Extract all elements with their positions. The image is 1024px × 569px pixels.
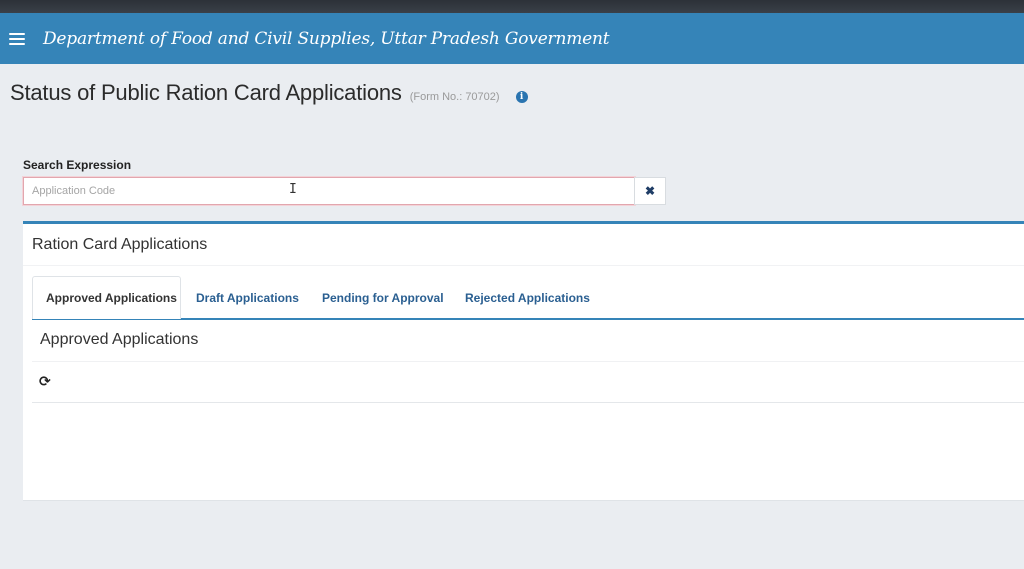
hamburger-menu-icon[interactable] [9, 32, 25, 45]
form-number: (Form No.: 70702) [409, 91, 500, 103]
page-heading: Status of Public Ration Card Application… [10, 80, 528, 106]
tab-rejected-applications[interactable]: Rejected Applications [452, 276, 603, 320]
divider [32, 361, 1024, 362]
tab-pending-for-approval[interactable]: Pending for Approval [309, 276, 457, 320]
page-title: Status of Public Ration Card Application… [10, 80, 402, 105]
ration-card-applications-panel: Ration Card Applications Approved Applic… [23, 221, 1024, 501]
divider [23, 265, 1024, 266]
refresh-icon[interactable]: ⟳ [39, 375, 53, 389]
application-tabs: Approved Applications Draft Applications… [32, 276, 1024, 320]
active-tab-title: Approved Applications [40, 331, 199, 348]
clear-search-button[interactable]: ✖ [634, 177, 666, 205]
panel-title: Ration Card Applications [32, 236, 208, 253]
tab-draft-applications[interactable]: Draft Applications [183, 276, 312, 320]
text-cursor-icon: I [289, 182, 297, 197]
browser-top-strip [0, 0, 1024, 13]
close-icon: ✖ [644, 184, 656, 198]
tab-approved-applications[interactable]: Approved Applications [32, 276, 181, 319]
app-title: Department of Food and Civil Supplies, U… [43, 28, 610, 49]
search-label: Search Expression [23, 158, 132, 172]
divider [32, 402, 1024, 403]
top-navbar: Department of Food and Civil Supplies, U… [0, 13, 1024, 64]
info-circle-icon[interactable]: i [515, 91, 528, 103]
search-input[interactable] [23, 177, 635, 205]
